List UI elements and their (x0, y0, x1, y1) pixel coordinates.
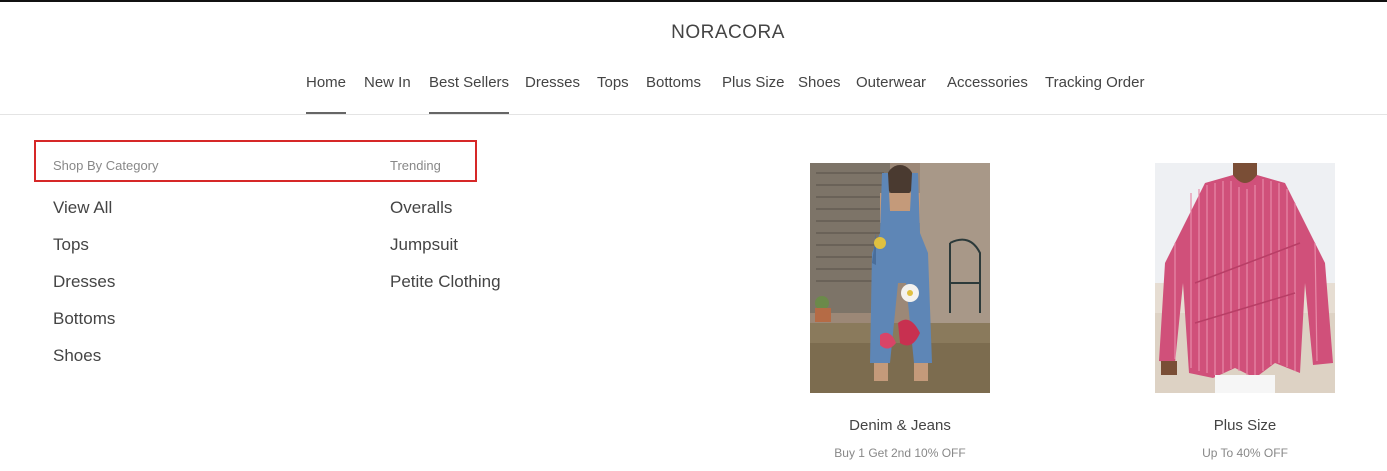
nav-tops[interactable]: Tops (597, 73, 629, 114)
trending-jumpsuit[interactable]: Jumpsuit (390, 235, 458, 255)
top-border (0, 0, 1387, 2)
shop-by-category-heading: Shop By Category (53, 158, 159, 173)
nav-plus-size[interactable]: Plus Size (722, 73, 785, 114)
promo-title[interactable]: Denim & Jeans (810, 417, 990, 434)
promo-subtitle: Up To 40% OFF (1202, 446, 1288, 460)
brand-logo[interactable]: NORACORA (0, 22, 1387, 44)
trending-petite-clothing[interactable]: Petite Clothing (390, 272, 501, 292)
nav-outerwear[interactable]: Outerwear (856, 73, 926, 114)
trending-overalls[interactable]: Overalls (390, 198, 452, 218)
nav-home[interactable]: Home (306, 73, 347, 114)
main-navigation: Home New In Best Sellers Dresses Tops Bo… (0, 73, 1387, 115)
promo-denim-jeans[interactable]: Denim & Jeans Buy 1 Get 2nd 10% OFF (810, 163, 990, 460)
category-tops[interactable]: Tops (53, 235, 89, 255)
nav-accessories[interactable]: Accessories (947, 73, 1028, 114)
denim-overalls-image[interactable] (810, 163, 990, 393)
nav-tracking-order[interactable]: Tracking Order (1045, 73, 1144, 114)
nav-dresses[interactable]: Dresses (525, 73, 580, 114)
promo-plus-size[interactable]: Plus Size Up To 40% OFF (1155, 163, 1335, 460)
nav-new-in[interactable]: New In (364, 73, 411, 114)
promo-title[interactable]: Plus Size (1155, 417, 1335, 434)
trending-heading: Trending (390, 158, 441, 173)
category-view-all[interactable]: View All (53, 198, 112, 218)
nav-best-sellers[interactable]: Best Sellers (429, 73, 510, 114)
nav-shoes[interactable]: Shoes (798, 73, 841, 114)
category-bottoms[interactable]: Bottoms (53, 309, 115, 329)
promo-subtitle: Buy 1 Get 2nd 10% OFF (834, 446, 966, 460)
category-dresses[interactable]: Dresses (53, 272, 115, 292)
category-shoes[interactable]: Shoes (53, 346, 101, 366)
pink-striped-top-image[interactable] (1155, 163, 1335, 393)
nav-bottoms[interactable]: Bottoms (646, 73, 701, 114)
